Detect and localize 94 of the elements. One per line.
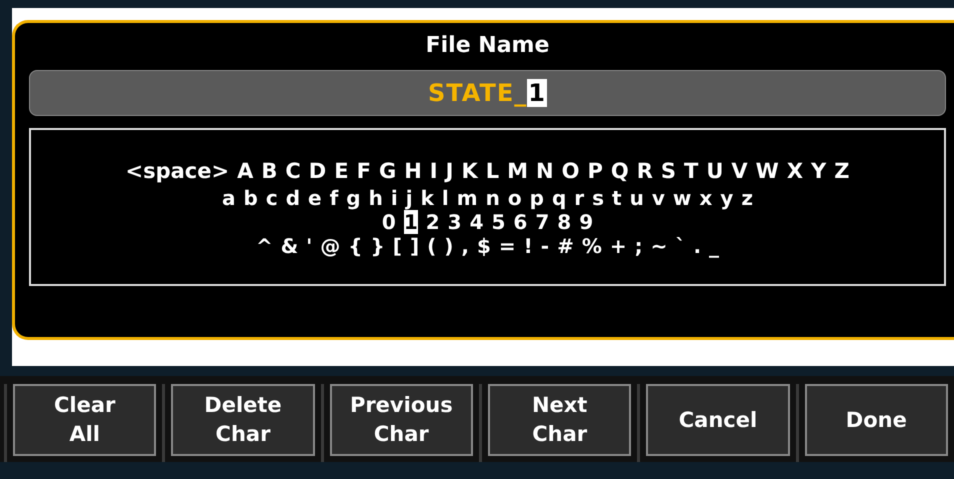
character-key[interactable]: 3 (448, 210, 462, 234)
character-key[interactable]: _ (709, 234, 720, 258)
character-key[interactable]: K (461, 156, 478, 186)
character-key[interactable]: Z (834, 156, 850, 186)
softkey-button[interactable]: Previous Char (330, 384, 473, 456)
character-key[interactable]: I (430, 156, 438, 186)
character-key[interactable]: & (280, 234, 298, 258)
character-key[interactable]: C (285, 156, 301, 186)
character-key[interactable]: { (348, 234, 363, 258)
character-key[interactable]: n (486, 186, 500, 210)
character-key[interactable]: f (330, 186, 338, 210)
character-key[interactable]: H (404, 156, 422, 186)
character-key[interactable]: U (706, 156, 724, 186)
character-key[interactable]: ' (306, 234, 312, 258)
character-key[interactable]: d (286, 186, 300, 210)
character-key[interactable]: B (261, 156, 278, 186)
character-key[interactable]: y (720, 186, 734, 210)
character-key[interactable]: T (684, 156, 698, 186)
character-key[interactable]: ^ (256, 234, 273, 258)
character-key[interactable]: l (442, 186, 449, 210)
character-key[interactable]: D (308, 156, 326, 186)
character-key[interactable]: M (507, 156, 528, 186)
character-key[interactable]: r (574, 186, 584, 210)
character-key[interactable]: 5 (492, 210, 506, 234)
character-key[interactable]: N (536, 156, 554, 186)
character-key[interactable]: W (756, 156, 779, 186)
character-key[interactable]: p (530, 186, 544, 210)
character-key[interactable]: ) (444, 234, 454, 258)
character-key[interactable]: O (562, 156, 580, 186)
character-key[interactable]: F (356, 156, 371, 186)
character-key[interactable]: i (390, 186, 398, 210)
character-key[interactable]: , (461, 234, 469, 258)
character-key[interactable]: 2 (426, 210, 440, 234)
character-key[interactable]: g (346, 186, 361, 210)
character-key[interactable]: 6 (513, 210, 528, 234)
character-key[interactable]: <space> (126, 156, 230, 186)
character-key[interactable]: t (612, 186, 622, 210)
character-key[interactable]: c (266, 186, 278, 210)
character-key[interactable]: a (222, 186, 236, 210)
character-key[interactable]: E (334, 156, 349, 186)
character-key[interactable]: v (652, 186, 665, 210)
character-key[interactable]: # (557, 234, 574, 258)
character-key[interactable]: x (699, 186, 712, 210)
character-key[interactable]: 8 (557, 210, 572, 234)
character-key[interactable]: G (378, 156, 396, 186)
character-key[interactable]: @ (320, 234, 340, 258)
character-key[interactable]: ( (427, 234, 436, 258)
character-key[interactable]: h (368, 186, 383, 210)
softkey-button[interactable]: Clear All (13, 384, 156, 456)
character-key[interactable]: ` (675, 234, 686, 258)
character-key[interactable]: = (498, 234, 516, 258)
character-key[interactable]: o (508, 186, 522, 210)
character-key[interactable]: ~ (650, 234, 668, 258)
character-key[interactable]: $ (476, 234, 491, 258)
softkey-button[interactable]: Cancel (646, 384, 790, 456)
character-key[interactable]: 7 (535, 210, 550, 234)
character-key[interactable]: J (446, 156, 454, 186)
character-key[interactable]: Q (610, 156, 629, 186)
file-name-field[interactable]: STATE_1 (29, 70, 946, 116)
character-key[interactable]: . (693, 234, 702, 258)
character-key[interactable]: q (552, 186, 566, 210)
character-key[interactable]: u (630, 186, 644, 210)
character-key[interactable]: Y (811, 156, 826, 186)
character-key[interactable]: S (660, 156, 676, 186)
softkey-button[interactable]: Next Char (488, 384, 632, 456)
character-key[interactable]: k (420, 186, 434, 210)
character-key[interactable]: P (587, 156, 603, 186)
character-key[interactable]: V (731, 156, 748, 186)
character-key[interactable]: 4 (470, 210, 484, 234)
character-key[interactable]: ! (524, 234, 533, 258)
character-key[interactable]: 9 (579, 210, 594, 234)
dialog-title: File Name (426, 33, 550, 58)
character-key[interactable]: R (636, 156, 653, 186)
character-key[interactable]: s (592, 186, 604, 210)
character-key[interactable]: } (370, 234, 385, 258)
character-key[interactable]: % (582, 234, 602, 258)
character-key[interactable]: b (244, 186, 258, 210)
character-key[interactable]: ; (634, 234, 643, 258)
character-key[interactable]: j (406, 186, 413, 210)
character-key[interactable]: w (672, 186, 692, 210)
character-key[interactable]: e (308, 186, 322, 210)
character-key[interactable]: 1 (404, 210, 418, 234)
character-key[interactable]: L (486, 156, 500, 186)
character-key[interactable]: m (456, 186, 478, 210)
softkey-button[interactable]: Delete Char (171, 384, 315, 456)
character-key[interactable]: ] (410, 234, 420, 258)
character-key[interactable]: [ (392, 234, 402, 258)
character-key[interactable]: 0 (382, 210, 396, 234)
character-key[interactable]: - (540, 234, 550, 258)
character-key[interactable]: X (786, 156, 804, 186)
softkey-button[interactable]: Done (804, 384, 948, 456)
character-key[interactable]: + (610, 234, 627, 258)
character-key[interactable]: z (741, 186, 753, 210)
character-key[interactable]: A (237, 156, 254, 186)
